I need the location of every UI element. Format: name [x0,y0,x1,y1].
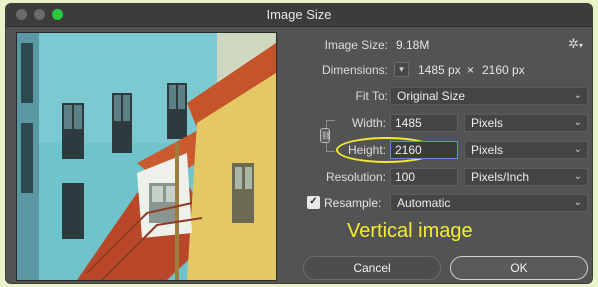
link-icon[interactable]: ⛓ [320,128,331,143]
image-size-label: Image Size: [324,38,388,52]
resample-checkbox[interactable]: ✓ [307,196,320,209]
screenshot-frame: Image Size Image Size: 9.18M ✲▾ Dimensio… [0,0,598,287]
resolution-unit-value: Pixels/Inch [471,170,530,184]
resample-select[interactable]: Automatic ⌄ [390,194,588,212]
image-size-value: 9.18M [396,38,430,52]
dimensions-width: 1485 px [418,63,461,77]
fit-to-label: Fit To: [355,89,388,103]
chevron-down-icon: ⌄ [573,197,582,208]
resolution-label: Resolution: [325,170,386,184]
dimensions-times: × [467,63,475,77]
dialog-title: Image Size [266,7,332,22]
chevron-down-icon: ⌄ [573,144,582,155]
cancel-button[interactable]: Cancel [303,256,441,280]
height-unit-value: Pixels [471,143,504,157]
height-input[interactable]: 2160 [390,141,458,159]
resolution-input[interactable]: 100 [390,168,458,186]
resolution-unit-select[interactable]: Pixels/Inch ⌄ [464,168,588,186]
image-preview[interactable] [16,32,277,281]
height-unit-select[interactable]: Pixels ⌄ [464,141,588,159]
gear-icon[interactable]: ✲▾ [568,36,583,52]
chevron-down-icon[interactable]: ▾ [394,62,409,77]
resample-label: Resample: [324,196,382,210]
annotation-caption: Vertical image [347,220,473,242]
width-label: Width: [351,116,386,130]
dimensions-height: 2160 px [482,63,525,77]
building-photo [17,33,276,280]
width-unit-select[interactable]: Pixels ⌄ [464,114,588,132]
dimensions-label: Dimensions: [321,63,388,77]
resample-value: Automatic [397,196,451,210]
height-label: Height: [347,143,386,157]
width-input[interactable]: 1485 [390,114,458,132]
image-size-dialog: Image Size Image Size: 9.18M ✲▾ Dimensio… [6,4,592,283]
chevron-down-icon: ⌄ [573,171,582,182]
fit-to-select[interactable]: Original Size ⌄ [390,87,588,105]
width-unit-value: Pixels [471,116,504,130]
chevron-down-icon: ⌄ [573,90,582,101]
ok-button[interactable]: OK [450,256,588,280]
title-bar: Image Size [6,4,592,27]
fit-to-value: Original Size [397,89,466,103]
chevron-down-icon: ⌄ [573,117,582,128]
